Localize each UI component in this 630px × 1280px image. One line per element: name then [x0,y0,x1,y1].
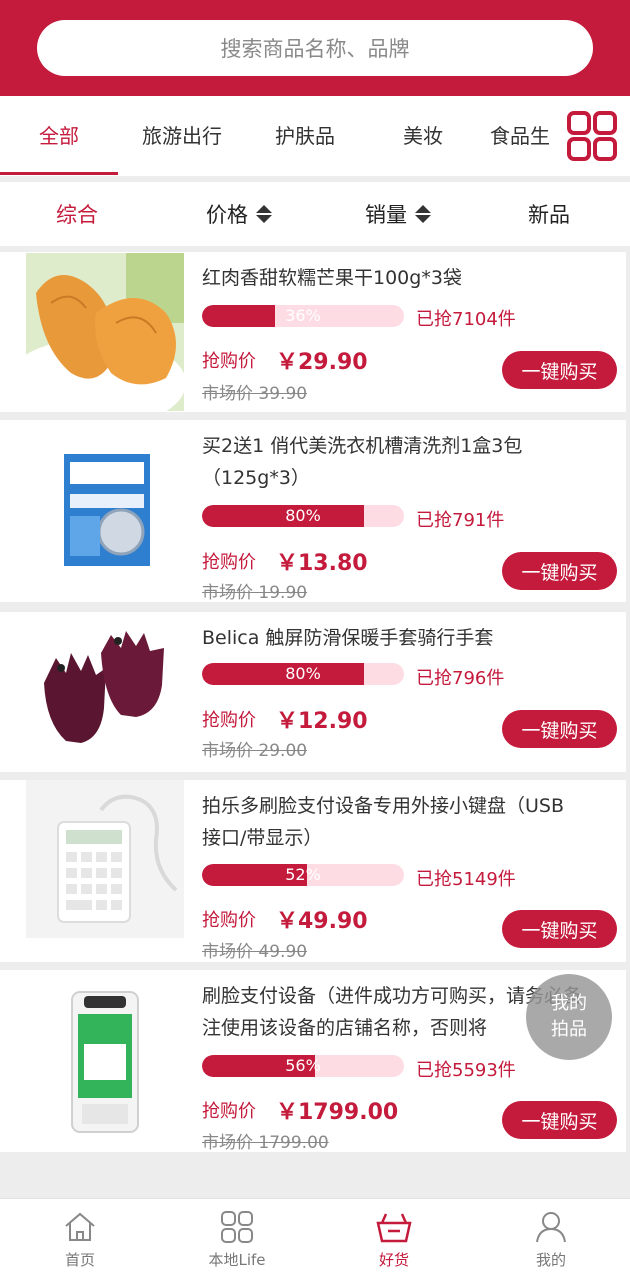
category-tabs: 全部 旅游出行 护肤品 美妆 食品生 [0,96,630,176]
product-card[interactable]: Belica 触屏防滑保暖手套骑行手套 80% 已抢796件 抢购价 ￥12.9… [0,612,626,772]
progress-bar: 80% [202,505,404,527]
tab-all[interactable]: 全部 [0,96,118,176]
product-name: 拍乐多刷脸支付设备专用外接小键盘（USB接口/带显示） [202,795,565,849]
home-icon [65,1212,95,1241]
sort-new[interactable]: 新品 [528,182,570,246]
progress-bar: 80% [202,663,404,685]
sort-label: 销量 [365,203,407,227]
price-label: 抢购价 [202,1101,256,1122]
sort-bar: 综合 价格 销量 新品 [0,182,630,246]
market-price: 市场价 19.90 [202,583,308,603]
my-auction-items-button[interactable]: 我的 拍品 [526,974,612,1060]
product-name: 红肉香甜软糯芒果干100g*3袋 [202,267,462,289]
tab-label: 我的 [535,1251,566,1269]
progress-label: 56% [285,1056,321,1075]
price-label: 抢购价 [202,710,256,731]
user-icon [536,1212,566,1243]
float-button-line1: 我的 [551,993,587,1014]
progress-label: 80% [285,506,321,525]
sort-arrows-icon [415,205,431,223]
bottom-tab-bar: 首页 本地Life 好货 我的 [0,1198,630,1280]
tab-label: 首页 [64,1251,95,1269]
active-tab-indicator [0,172,118,175]
sold-count: 已抢7104件 [416,309,516,330]
progress-bar: 36% [202,305,404,327]
tab-local-life[interactable]: 本地Life [177,1199,297,1280]
price-label: 抢购价 [202,910,256,931]
product-name: 买2送1 俏代美洗衣机槽清洗剂1盒3包（125g*3） [202,435,523,489]
buy-now-button[interactable]: 一键购买 [502,351,617,389]
sort-price[interactable]: 价格 [206,182,272,246]
sort-label: 综合 [56,203,98,227]
progress-label: 52% [285,865,321,884]
category-grid-button[interactable] [554,96,630,176]
product-card[interactable]: 红肉香甜软糯芒果干100g*3袋 36% 已抢7104件 抢购价 ￥29.90 … [0,252,626,412]
buy-now-button[interactable]: 一键购买 [502,552,617,590]
sort-label: 新品 [528,203,570,227]
buy-now-button[interactable]: 一键购买 [502,1101,617,1139]
product-image-washer-cleaner [26,432,184,590]
sale-price: ￥1799.00 [276,1100,399,1125]
sort-overall[interactable]: 综合 [56,182,98,246]
market-price: 市场价 49.90 [202,942,308,962]
float-button-line2: 拍品 [551,1019,587,1040]
tab-travel[interactable]: 旅游出行 [124,96,240,176]
sold-count: 已抢791件 [416,510,505,531]
tab-makeup[interactable]: 美妆 [382,96,464,176]
tab-good-goods[interactable]: 好货 [334,1199,454,1280]
sort-arrows-icon [256,205,272,223]
tab-mine[interactable]: 我的 [491,1199,611,1280]
header: 搜索商品名称、品牌 [0,0,630,96]
progress-bar: 56% [202,1055,404,1077]
market-price: 市场价 1799.00 [202,1133,329,1153]
grid-icon [221,1211,253,1243]
sale-price: ￥29.90 [276,350,368,375]
product-card[interactable]: 拍乐多刷脸支付设备专用外接小键盘（USB接口/带显示） 52% 已抢5149件 … [0,780,626,962]
sale-price: ￥49.90 [276,909,368,934]
sold-count: 已抢796件 [416,668,505,689]
progress-label: 36% [285,306,321,325]
market-price: 市场价 39.90 [202,384,308,404]
buy-now-button[interactable]: 一键购买 [502,910,617,948]
sold-count: 已抢5149件 [416,869,516,890]
price-label: 抢购价 [202,552,256,573]
progress-bar: 52% [202,864,404,886]
product-image-mango [26,253,184,411]
sale-price: ￥13.80 [276,551,368,576]
price-label: 抢购价 [202,351,256,372]
product-image-gloves [26,613,184,771]
grid-icon [567,111,617,161]
product-name: 刷脸支付设备（进件成功方可购买，请务必备注使用该设备的店铺名称，否则将 [202,985,583,1039]
progress-label: 80% [285,664,321,683]
tab-home[interactable]: 首页 [20,1199,140,1280]
sort-label: 价格 [206,203,248,227]
product-image-keypad [26,780,184,938]
buy-now-button[interactable]: 一键购买 [502,710,617,748]
market-price: 市场价 29.00 [202,741,308,761]
tab-label: 好货 [378,1251,409,1269]
sort-sales[interactable]: 销量 [365,182,431,246]
tab-skincare[interactable]: 护肤品 [252,96,358,176]
product-image-face-pay-device [26,982,184,1140]
tab-label: 本地Life [208,1251,266,1269]
product-card[interactable]: 买2送1 俏代美洗衣机槽清洗剂1盒3包（125g*3） 80% 已抢791件 抢… [0,420,626,603]
basket-icon [376,1213,412,1243]
sale-price: ￥12.90 [276,709,368,734]
sold-count: 已抢5593件 [416,1060,516,1081]
search-input[interactable]: 搜索商品名称、品牌 [37,20,593,76]
product-name: Belica 触屏防滑保暖手套骑行手套 [202,627,494,649]
